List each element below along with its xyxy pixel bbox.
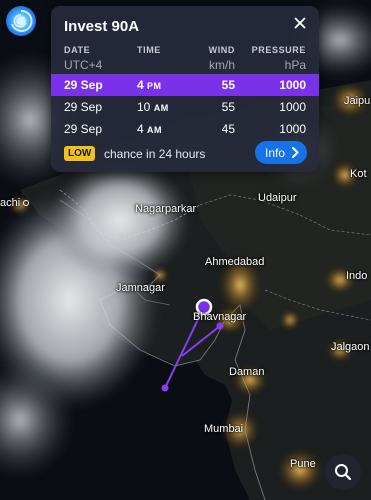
windy-logo-icon	[11, 9, 33, 32]
info-button-label: Info	[265, 146, 286, 160]
place-indore: Indo	[346, 270, 368, 282]
place-bhavnagar: Bhavnagar	[193, 311, 247, 323]
place-nagarparkar: Nagarparkar	[135, 203, 197, 215]
forecast-row-selected[interactable]: 29 Sep 4 PM 55 1000	[51, 74, 319, 96]
place-kota: Kot	[350, 168, 367, 180]
app-logo[interactable]	[6, 6, 36, 36]
header-date: DATE	[64, 45, 91, 55]
row-time: 10 AM	[137, 100, 169, 114]
row-time: 4 PM	[137, 78, 162, 92]
storm-title: Invest 90A	[64, 18, 140, 35]
track-point-past[interactable]	[161, 384, 169, 392]
row-date: 29 Sep	[64, 100, 103, 114]
place-karachi: achi	[0, 197, 30, 209]
unit-wind: km/h	[208, 58, 235, 72]
row-date: 29 Sep	[64, 78, 103, 92]
row-time: 4 AM	[137, 122, 163, 136]
row-wind: 55	[221, 78, 235, 92]
row-date: 29 Sep	[64, 122, 103, 136]
track-point-forecast[interactable]	[216, 322, 224, 330]
info-button[interactable]: Info	[255, 141, 307, 164]
row-pressure: 1000	[279, 122, 306, 136]
close-icon[interactable]	[291, 14, 309, 32]
probability-text: chance in 24 hours	[104, 147, 206, 161]
place-daman: Daman	[229, 366, 265, 378]
unit-pressure: hPa	[284, 58, 306, 72]
row-pressure: 1000	[279, 100, 306, 114]
header-pressure: PRESSURE	[251, 45, 306, 55]
row-wind: 55	[221, 100, 235, 114]
row-pressure: 1000	[279, 78, 306, 92]
search-icon	[335, 464, 352, 481]
forecast-row[interactable]: 29 Sep 10 AM 55 1000	[51, 96, 319, 118]
place-mumbai: Mumbai	[204, 423, 244, 435]
row-wind: 45	[221, 122, 235, 136]
place-udaipur: Udaipur	[258, 192, 297, 204]
place-jaipur: Jaipu	[344, 95, 371, 107]
place-ahmedabad: Ahmedabad	[205, 256, 265, 268]
header-time: TIME	[137, 45, 161, 55]
place-pune: Pune	[290, 458, 316, 470]
search-button[interactable]	[325, 454, 361, 490]
forecast-row[interactable]: 29 Sep 4 AM 45 1000	[51, 118, 319, 140]
place-jamnagar: Jamnagar	[116, 282, 165, 294]
storm-info-panel: Invest 90A DATE TIME WIND PRESSURE UTC+4…	[51, 6, 319, 172]
probability-badge: LOW	[64, 146, 96, 161]
chevron-right-icon	[292, 147, 299, 158]
unit-timezone: UTC+4	[64, 58, 103, 72]
place-jalgaon: Jalgaon	[331, 341, 370, 353]
header-wind: WIND	[208, 45, 235, 55]
